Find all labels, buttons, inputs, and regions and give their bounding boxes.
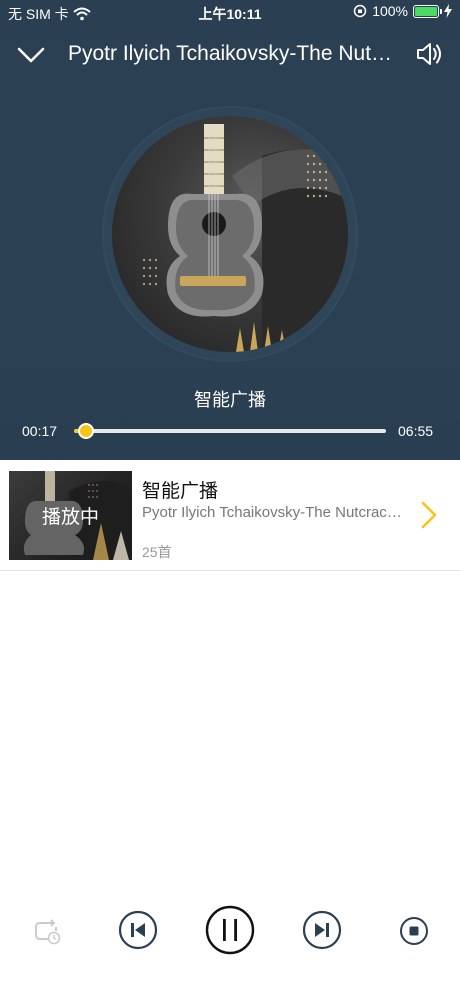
charging-icon <box>444 4 452 18</box>
playlist-title: 智能广播 <box>142 481 219 502</box>
station-name: 智能广播 <box>194 390 266 410</box>
previous-icon[interactable] <box>118 910 158 950</box>
playlist-subtitle: Pyotr Ilyich Tchaikovsky-The Nutcracker <box>142 504 404 521</box>
pause-icon[interactable] <box>205 905 255 955</box>
chevron-down-icon[interactable] <box>16 40 46 70</box>
header-bar: Pyotr Ilyich Tchaikovsky-The Nutcracker <box>0 30 460 80</box>
stop-icon[interactable] <box>399 916 429 946</box>
speaker-icon[interactable] <box>414 39 444 69</box>
progress-bar: 00:17 06:55 <box>0 420 460 444</box>
orientation-lock-icon <box>353 4 367 18</box>
playback-controls <box>0 900 460 960</box>
status-right: 100% <box>353 3 452 19</box>
track-title: Pyotr Ilyich Tchaikovsky-The Nutcracker <box>68 42 396 65</box>
album-art <box>112 116 348 352</box>
battery-icon <box>413 4 442 18</box>
next-icon[interactable] <box>302 910 342 950</box>
playing-label: 播放中 <box>9 471 132 560</box>
chevron-right-icon[interactable] <box>418 500 440 530</box>
current-time: 00:17 <box>22 423 58 439</box>
playlist-count: 25首 <box>142 544 172 560</box>
playlist-thumbnail: 播放中 <box>9 471 132 560</box>
timer-icon[interactable] <box>30 917 62 945</box>
battery-percent: 100% <box>372 3 408 19</box>
progress-thumb[interactable] <box>78 423 95 439</box>
status-bar: 无 SIM 卡 上午10:11 100% <box>0 0 460 26</box>
playlist-item[interactable]: 播放中 智能广播 Pyotr Ilyich Tchaikovsky-The Nu… <box>0 460 460 571</box>
total-time: 06:55 <box>398 423 434 439</box>
now-playing-panel: 无 SIM 卡 上午10:11 100% Pyotr Ilyich Tchaik… <box>0 0 460 460</box>
progress-track[interactable] <box>74 423 386 439</box>
